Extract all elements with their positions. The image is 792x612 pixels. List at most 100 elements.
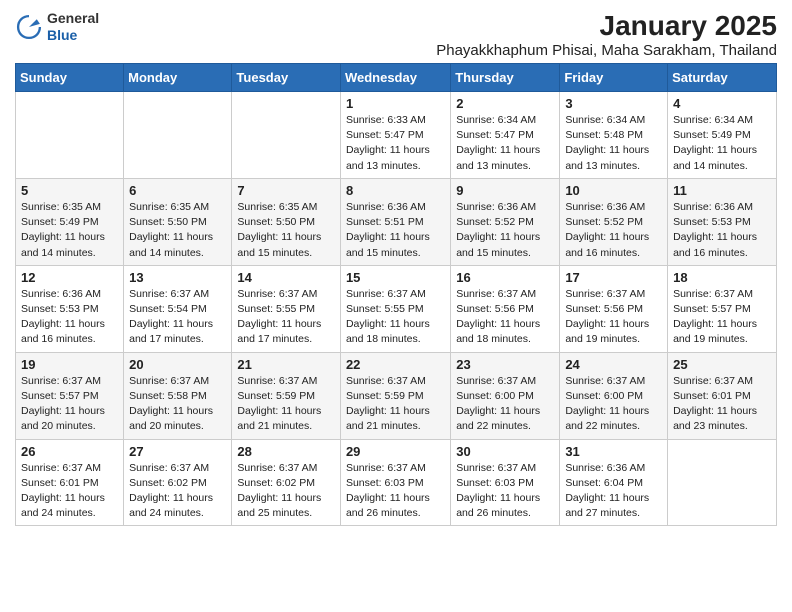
day-number: 9 <box>456 183 554 198</box>
calendar-week: 5 Sunrise: 6:35 AM Sunset: 5:49 PM Daylig… <box>16 178 777 265</box>
calendar-cell: 11Sunrise: 6:36 AM Sunset: 5:53 PM Dayli… <box>668 178 777 265</box>
day-number: 16 <box>456 270 554 285</box>
calendar-cell: 20Sunrise: 6:37 AM Sunset: 5:58 PM Dayli… <box>124 352 232 439</box>
day-info: Sunrise: 6:37 AM Sunset: 6:01 PM Dayligh… <box>21 461 118 522</box>
day-number: 30 <box>456 444 554 459</box>
logo: General Blue <box>15 10 99 44</box>
day-number: 1 <box>346 96 445 111</box>
day-info: Sunrise: 6:37 AM Sunset: 5:59 PM Dayligh… <box>237 374 335 435</box>
day-info: Sunrise: 6:36 AM Sunset: 5:52 PM Dayligh… <box>456 200 554 261</box>
weekday-header: Saturday <box>668 64 777 92</box>
logo-icon <box>15 13 43 41</box>
day-info: Sunrise: 6:35 AM Sunset: 5:49 PM Dayligh… <box>21 200 118 261</box>
day-info: Sunrise: 6:37 AM Sunset: 5:58 PM Dayligh… <box>129 374 226 435</box>
day-number: 28 <box>237 444 335 459</box>
weekday-header: Thursday <box>451 64 560 92</box>
day-info: Sunrise: 6:36 AM Sunset: 5:53 PM Dayligh… <box>673 200 771 261</box>
weekday-header: Tuesday <box>232 64 341 92</box>
day-number: 6 <box>129 183 226 198</box>
weekday-header: Friday <box>560 64 668 92</box>
calendar-cell: 25 Sunrise: 6:37 AM Sunset: 6:01 PM Dayli… <box>668 352 777 439</box>
calendar-cell <box>124 92 232 179</box>
day-info: Sunrise: 6:35 AM Sunset: 5:50 PM Dayligh… <box>129 200 226 261</box>
day-info: Sunrise: 6:37 AM Sunset: 6:01 PM Dayligh… <box>673 374 771 435</box>
day-number: 4 <box>673 96 771 111</box>
calendar-cell: 19Sunrise: 6:37 AM Sunset: 5:57 PM Dayli… <box>16 352 124 439</box>
day-number: 26 <box>21 444 118 459</box>
calendar-subtitle: Phayakkhaphum Phisai, Maha Sarakham, Tha… <box>436 42 777 59</box>
weekday-header: Sunday <box>16 64 124 92</box>
day-info: Sunrise: 6:37 AM Sunset: 5:55 PM Dayligh… <box>346 287 445 348</box>
day-info: Sunrise: 6:36 AM Sunset: 5:51 PM Dayligh… <box>346 200 445 261</box>
day-info: Sunrise: 6:36 AM Sunset: 5:52 PM Dayligh… <box>565 200 662 261</box>
calendar-title: January 2025 <box>436 10 777 42</box>
day-info: Sunrise: 6:36 AM Sunset: 6:04 PM Dayligh… <box>565 461 662 522</box>
logo-general: General <box>47 10 99 27</box>
calendar-week: 1 Sunrise: 6:33 AM Sunset: 5:47 PM Daylig… <box>16 92 777 179</box>
calendar-cell: 28 Sunrise: 6:37 AM Sunset: 6:02 PM Dayli… <box>232 439 341 526</box>
day-info: Sunrise: 6:37 AM Sunset: 5:57 PM Dayligh… <box>21 374 118 435</box>
day-info: Sunrise: 6:37 AM Sunset: 6:03 PM Dayligh… <box>346 461 445 522</box>
calendar-cell: 24Sunrise: 6:37 AM Sunset: 6:00 PM Dayli… <box>560 352 668 439</box>
day-number: 2 <box>456 96 554 111</box>
day-number: 7 <box>237 183 335 198</box>
day-number: 13 <box>129 270 226 285</box>
calendar-cell: 21 Sunrise: 6:37 AM Sunset: 5:59 PM Dayli… <box>232 352 341 439</box>
day-info: Sunrise: 6:33 AM Sunset: 5:47 PM Dayligh… <box>346 113 445 174</box>
day-number: 27 <box>129 444 226 459</box>
calendar-cell: 15 Sunrise: 6:37 AM Sunset: 5:55 PM Dayli… <box>340 265 450 352</box>
day-number: 3 <box>565 96 662 111</box>
day-info: Sunrise: 6:37 AM Sunset: 5:56 PM Dayligh… <box>565 287 662 348</box>
day-info: Sunrise: 6:37 AM Sunset: 5:55 PM Dayligh… <box>237 287 335 348</box>
day-info: Sunrise: 6:34 AM Sunset: 5:49 PM Dayligh… <box>673 113 771 174</box>
day-info: Sunrise: 6:36 AM Sunset: 5:53 PM Dayligh… <box>21 287 118 348</box>
day-number: 25 <box>673 357 771 372</box>
calendar-cell: 13 Sunrise: 6:37 AM Sunset: 5:54 PM Dayli… <box>124 265 232 352</box>
calendar-header: SundayMondayTuesdayWednesdayThursdayFrid… <box>16 64 777 92</box>
day-number: 5 <box>21 183 118 198</box>
calendar-cell <box>668 439 777 526</box>
calendar-cell: 16Sunrise: 6:37 AM Sunset: 5:56 PM Dayli… <box>451 265 560 352</box>
calendar-cell: 17 Sunrise: 6:37 AM Sunset: 5:56 PM Dayli… <box>560 265 668 352</box>
page-header: General Blue January 2025 Phayakkhaphum … <box>15 10 777 59</box>
calendar-week: 12 Sunrise: 6:36 AM Sunset: 5:53 PM Dayli… <box>16 265 777 352</box>
weekday-header: Monday <box>124 64 232 92</box>
day-info: Sunrise: 6:37 AM Sunset: 5:54 PM Dayligh… <box>129 287 226 348</box>
calendar-cell <box>232 92 341 179</box>
day-info: Sunrise: 6:37 AM Sunset: 6:00 PM Dayligh… <box>456 374 554 435</box>
calendar-cell: 26 Sunrise: 6:37 AM Sunset: 6:01 PM Dayli… <box>16 439 124 526</box>
calendar-cell: 31 Sunrise: 6:36 AM Sunset: 6:04 PM Dayli… <box>560 439 668 526</box>
calendar-cell: 6 Sunrise: 6:35 AM Sunset: 5:50 PM Daylig… <box>124 178 232 265</box>
day-number: 8 <box>346 183 445 198</box>
calendar-cell: 7Sunrise: 6:35 AM Sunset: 5:50 PM Daylig… <box>232 178 341 265</box>
day-number: 31 <box>565 444 662 459</box>
day-info: Sunrise: 6:37 AM Sunset: 5:57 PM Dayligh… <box>673 287 771 348</box>
day-info: Sunrise: 6:37 AM Sunset: 5:59 PM Dayligh… <box>346 374 445 435</box>
calendar-cell: 30 Sunrise: 6:37 AM Sunset: 6:03 PM Dayli… <box>451 439 560 526</box>
calendar-week: 26 Sunrise: 6:37 AM Sunset: 6:01 PM Dayli… <box>16 439 777 526</box>
day-number: 22 <box>346 357 445 372</box>
day-info: Sunrise: 6:37 AM Sunset: 6:03 PM Dayligh… <box>456 461 554 522</box>
calendar-cell: 14 Sunrise: 6:37 AM Sunset: 5:55 PM Dayli… <box>232 265 341 352</box>
calendar-cell <box>16 92 124 179</box>
day-number: 23 <box>456 357 554 372</box>
calendar-cell: 5 Sunrise: 6:35 AM Sunset: 5:49 PM Daylig… <box>16 178 124 265</box>
day-number: 21 <box>237 357 335 372</box>
title-block: January 2025 Phayakkhaphum Phisai, Maha … <box>436 10 777 59</box>
day-info: Sunrise: 6:37 AM Sunset: 6:02 PM Dayligh… <box>237 461 335 522</box>
day-number: 14 <box>237 270 335 285</box>
calendar-cell: 2 Sunrise: 6:34 AM Sunset: 5:47 PM Daylig… <box>451 92 560 179</box>
calendar-cell: 8 Sunrise: 6:36 AM Sunset: 5:51 PM Daylig… <box>340 178 450 265</box>
day-number: 15 <box>346 270 445 285</box>
weekday-header: Wednesday <box>340 64 450 92</box>
day-info: Sunrise: 6:34 AM Sunset: 5:48 PM Dayligh… <box>565 113 662 174</box>
logo-blue: Blue <box>47 27 99 44</box>
calendar-cell: 3 Sunrise: 6:34 AM Sunset: 5:48 PM Daylig… <box>560 92 668 179</box>
day-info: Sunrise: 6:34 AM Sunset: 5:47 PM Dayligh… <box>456 113 554 174</box>
day-number: 24 <box>565 357 662 372</box>
calendar-body: 1 Sunrise: 6:33 AM Sunset: 5:47 PM Daylig… <box>16 92 777 526</box>
day-number: 12 <box>21 270 118 285</box>
day-number: 17 <box>565 270 662 285</box>
calendar-cell: 29Sunrise: 6:37 AM Sunset: 6:03 PM Dayli… <box>340 439 450 526</box>
calendar-cell: 12 Sunrise: 6:36 AM Sunset: 5:53 PM Dayli… <box>16 265 124 352</box>
